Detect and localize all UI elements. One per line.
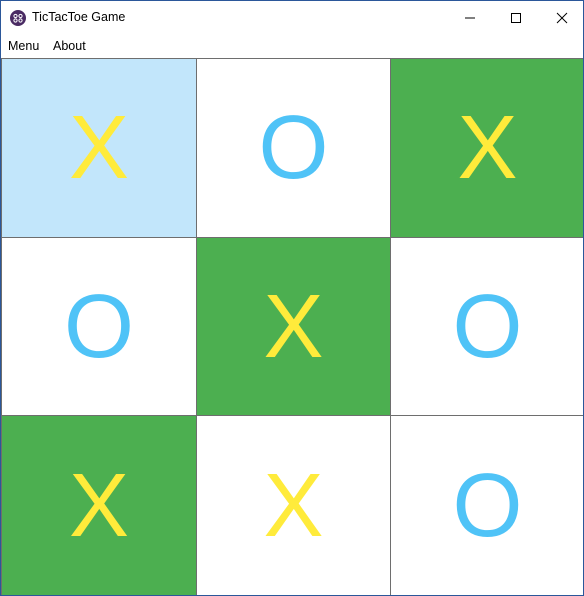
board-cell-9[interactable]: O [391,416,583,595]
menu-bar: Menu About [1,34,583,58]
close-button[interactable] [539,1,583,34]
board-cell-2[interactable]: O [197,59,390,237]
close-icon [556,12,568,23]
cell-mark: X [68,98,130,198]
board-cell-7[interactable]: X [2,416,196,595]
cell-mark: X [263,455,324,556]
title-bar[interactable]: TicTacToe Game [1,1,583,34]
cell-mark: O [452,276,523,377]
board-cell-8[interactable]: X [197,416,390,595]
board-cell-4[interactable]: O [2,238,196,415]
cell-mark: O [258,98,329,198]
cell-mark: X [68,455,130,556]
cell-mark: O [452,455,523,556]
minimize-button[interactable] [447,1,493,34]
cell-mark: O [63,276,134,377]
board-cell-6[interactable]: O [391,238,583,415]
menu-item-about[interactable]: About [53,39,86,53]
maximize-button[interactable] [493,1,539,34]
cell-mark: X [263,276,324,377]
board-cell-5[interactable]: X [197,238,390,415]
maximize-icon [511,12,521,23]
board-cell-1[interactable]: X [2,59,196,237]
game-controller-icon [10,10,26,26]
app-window: TicTacToe Game Menu About X O X O X O X … [0,0,584,596]
window-title: TicTacToe Game [32,10,126,24]
menu-item-menu[interactable]: Menu [8,39,39,53]
minimize-icon [465,17,475,18]
cell-mark: X [457,98,518,198]
board-cell-3[interactable]: X [391,59,583,237]
game-board: X O X O X O X X O [1,58,583,595]
